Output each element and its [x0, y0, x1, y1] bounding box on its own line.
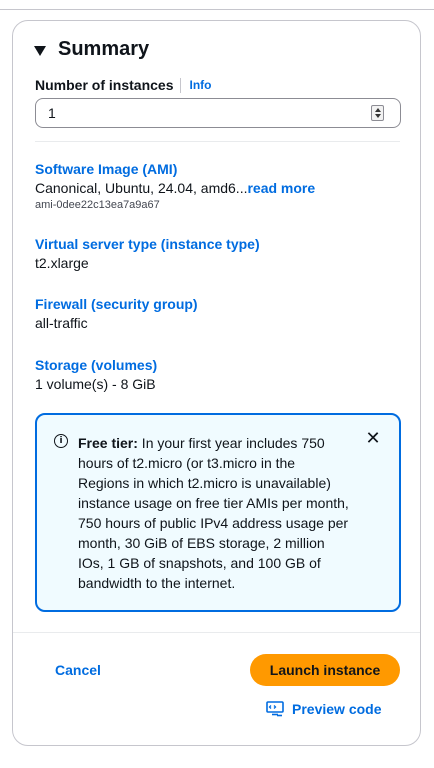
cancel-button[interactable]: Cancel: [55, 662, 101, 678]
storage-value: 1 volume(s) - 8 GiB: [35, 376, 156, 392]
software-image-value: Canonical, Ubuntu, 24.04, amd6...read mo…: [35, 178, 315, 198]
summary-panel: Summary Number of instances Info Softwar…: [12, 20, 421, 746]
ami-id: ami-0dee22c13ea7a9a67: [35, 199, 160, 211]
section-divider: [35, 141, 400, 142]
read-more-link[interactable]: read more: [247, 180, 315, 196]
free-tier-alert: i Free tier: In your first year includes…: [35, 413, 401, 612]
launch-instance-button[interactable]: Launch instance: [250, 654, 400, 686]
free-tier-message: Free tier: In your first year includes 7…: [78, 433, 350, 593]
summary-toggle[interactable]: Summary: [34, 38, 149, 61]
instance-type-value: t2.xlarge: [35, 255, 89, 271]
preview-code-button[interactable]: Preview code: [266, 701, 382, 717]
instances-label: Number of instances: [35, 77, 174, 93]
firewall-link[interactable]: Firewall (security group): [35, 295, 198, 313]
top-divider: [0, 9, 434, 10]
software-image-section: Software Image (AMI) Canonical, Ubuntu, …: [35, 160, 315, 212]
instances-label-row: Number of instances Info: [35, 77, 211, 93]
instances-input[interactable]: [35, 98, 401, 128]
summary-title: Summary: [58, 38, 150, 60]
preview-code-label: Preview code: [292, 701, 382, 717]
caret-down-icon: [34, 45, 46, 56]
info-link[interactable]: Info: [189, 78, 211, 92]
close-icon[interactable]: ✕: [364, 430, 382, 448]
info-circle-icon: i: [54, 434, 68, 448]
instance-type-link[interactable]: Virtual server type (instance type): [35, 235, 260, 253]
software-image-text: Canonical, Ubuntu, 24.04, amd6...: [35, 180, 248, 196]
label-separator: [180, 77, 182, 93]
instances-stepper[interactable]: [371, 105, 384, 121]
code-preview-icon: [266, 701, 284, 717]
firewall-section: Firewall (security group) all-traffic: [35, 295, 198, 333]
storage-link[interactable]: Storage (volumes): [35, 356, 157, 374]
free-tier-body: In your first year includes 750 hours of…: [78, 435, 349, 591]
free-tier-title: Free tier:: [78, 435, 138, 451]
increment-icon[interactable]: [374, 108, 381, 112]
software-image-link[interactable]: Software Image (AMI): [35, 160, 315, 178]
storage-section: Storage (volumes) 1 volume(s) - 8 GiB: [35, 356, 157, 394]
instance-type-section: Virtual server type (instance type) t2.x…: [35, 235, 260, 273]
firewall-value: all-traffic: [35, 315, 88, 331]
footer-divider: [13, 632, 420, 633]
decrement-icon[interactable]: [374, 114, 381, 118]
